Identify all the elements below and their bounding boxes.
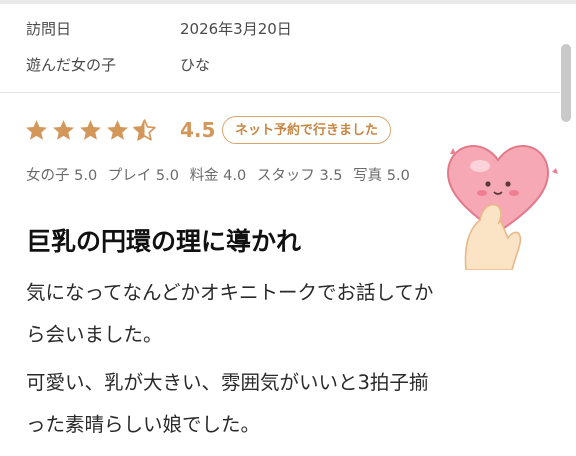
review-line: ら会いました。 [26, 323, 163, 346]
score-value: 5.0 [74, 168, 98, 184]
visit-date-label: 訪問日 [26, 20, 72, 38]
score-item: 写真 5.0 [353, 168, 410, 184]
review-title: 巨乳の円環の理に導かれ [26, 227, 302, 256]
half-star-icon [133, 119, 156, 141]
review-line: った素晴らしい娘でした。 [26, 413, 261, 436]
score-item: スタッフ 3.5 [257, 168, 343, 184]
score-label: 料金 [189, 168, 219, 184]
star-icon [80, 120, 101, 140]
score-item: 女の子 5.0 [26, 168, 97, 184]
girl-label: 遊んだ女の子 [26, 56, 117, 74]
reservation-badge: ネット予約で行きました [222, 116, 392, 144]
girl-name[interactable]: ひな [180, 54, 210, 75]
score-label: 写真 [353, 168, 383, 184]
star-icon [107, 120, 128, 140]
scrollbar[interactable] [561, 44, 571, 122]
score-item: プレイ 5.0 [108, 168, 179, 184]
score-value: 5.0 [155, 168, 179, 184]
score-item: 料金 4.0 [190, 168, 247, 184]
visit-date-value: 2026年3月20日 [180, 20, 292, 38]
top-strip [0, 0, 576, 4]
star-rating [24, 118, 157, 143]
star-icon [53, 120, 74, 140]
score-value: 4.0 [223, 168, 247, 184]
review-line: 可愛い、乳が大きい、雰囲気がいいと3拍子揃 [26, 371, 429, 394]
score-value: 3.5 [319, 168, 343, 184]
review-line: 気になってなんどかオキニトークでお話してか [26, 281, 434, 304]
hand-holding-heart-icon [447, 145, 558, 270]
score-breakdown: 女の子 5.0 プレイ 5.0 料金 4.0 スタッフ 3.5 写真 5.0 [26, 164, 416, 185]
rating-value: 4.5 [180, 118, 216, 142]
score-label: 女の子 [26, 168, 70, 184]
score-label: プレイ [107, 168, 152, 184]
star-icon [26, 120, 47, 140]
score-label: スタッフ [256, 168, 315, 184]
divider [0, 92, 560, 93]
score-value: 5.0 [386, 168, 410, 184]
